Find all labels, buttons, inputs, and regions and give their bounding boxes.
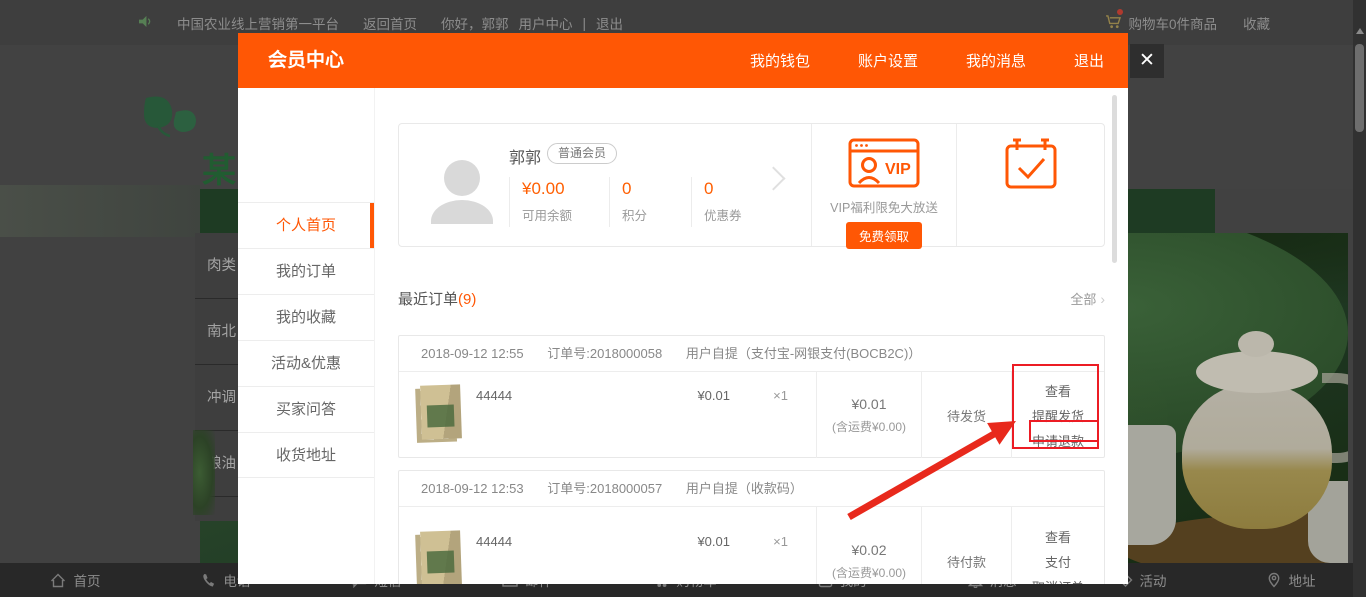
profile-stats: ¥0.00 可用余额 0 积分 0 优惠券 — [509, 177, 783, 227]
scrollbar-thumb[interactable] — [1355, 44, 1364, 132]
user-name: 郭郭 — [509, 144, 541, 168]
member-center-modal: 会员中心 我的钱包 账户设置 我的消息 退出 个人首页 我的订单 我的收藏 活动… — [238, 33, 1128, 584]
action-cancel-order[interactable]: 取消订单 — [1032, 577, 1084, 585]
modal-close-button[interactable]: ✕ — [1130, 44, 1164, 78]
vip-icon: VIP — [848, 137, 920, 189]
svg-text:VIP: VIP — [885, 161, 911, 178]
stat-balance: ¥0.00 可用余额 — [509, 177, 609, 227]
modal-scrollbar-thumb[interactable] — [1112, 95, 1117, 263]
product-name[interactable]: 44444 — [476, 534, 512, 549]
banner-teapot — [1182, 383, 1332, 529]
order-product-cell: 44444 ¥0.01 ×1 — [399, 507, 816, 584]
view-all-link[interactable]: 全部› — [1070, 289, 1105, 308]
home-icon — [50, 573, 66, 588]
brand-name-fragment: 某 — [202, 143, 236, 192]
recent-orders-header: 最近订单(9) 全部› — [398, 288, 1105, 309]
modal-nav: 我的钱包 账户设置 我的消息 退出 — [750, 33, 1104, 88]
annotation-box-refund — [1029, 420, 1099, 442]
sidebar-item-personal-home[interactable]: 个人首页 — [238, 202, 374, 248]
product-thumbnail[interactable] — [420, 384, 462, 439]
product-price: ¥0.01 — [697, 534, 730, 549]
cart-label: 购物车0件商品 — [1128, 13, 1217, 33]
screen: 中国农业线上营销第一平台 返回首页 你好，郭郭 用户中心 | 退出 购物车0件商… — [0, 0, 1366, 597]
order-number: 订单号:2018000057 — [547, 481, 662, 496]
order-card-2018000057: 2018-09-12 12:53 订单号:2018000057 用户自提（收款码… — [398, 470, 1105, 584]
order-total-cell: ¥0.02 (含运费¥0.00) — [816, 507, 921, 584]
product-quantity: ×1 — [773, 534, 788, 549]
scrollbar-up-arrow[interactable] — [1356, 28, 1364, 34]
modal-header: 会员中心 我的钱包 账户设置 我的消息 退出 — [238, 33, 1128, 88]
nav-logout[interactable]: 退出 — [1074, 50, 1104, 71]
order-total: ¥0.01 — [851, 396, 886, 412]
logout-link[interactable]: 退出 — [596, 13, 623, 33]
footer-item-home[interactable]: 首页 — [50, 570, 100, 590]
order-actions-cell: 查看 支付 取消订单 — [1011, 507, 1104, 584]
order-status-cell: 待付款 — [921, 507, 1011, 584]
free-claim-button[interactable]: 免费领取 — [846, 222, 922, 249]
product-price: ¥0.01 — [697, 388, 730, 403]
user-center-link[interactable]: 用户中心 — [519, 13, 573, 33]
order-date: 2018-09-12 12:53 — [421, 481, 524, 496]
sidebar-item-my-orders[interactable]: 我的订单 — [238, 248, 374, 294]
modal-sidebar: 个人首页 我的订单 我的收藏 活动&优惠 买家问答 收货地址 — [238, 88, 375, 584]
product-name[interactable]: 44444 — [476, 388, 512, 403]
sidebar-item-buyer-qa[interactable]: 买家问答 — [238, 386, 374, 432]
cart-icon — [1105, 15, 1122, 32]
footer-item-address[interactable]: 地址 — [1267, 570, 1315, 590]
order-header: 2018-09-12 12:55 订单号:2018000058 用户自提（支付宝… — [399, 336, 1104, 372]
nav-my-messages[interactable]: 我的消息 — [966, 50, 1026, 71]
order-status: 待发货 — [947, 406, 986, 425]
background-foliage — [193, 430, 215, 515]
order-shipping: (含运费¥0.00) — [832, 418, 906, 435]
vip-promo-label: VIP福利限免大放送 — [812, 197, 956, 216]
order-status: 待付款 — [947, 552, 986, 571]
topbar-divider: | — [583, 16, 587, 31]
chevron-right-icon: › — [1100, 291, 1105, 307]
membership-level-badge: 普通会员 — [547, 143, 617, 164]
order-delivery-method: 用户自提（收款码） — [686, 481, 803, 496]
order-number: 订单号:2018000058 — [547, 346, 662, 361]
order-total: ¥0.02 — [851, 542, 886, 558]
checkin-section — [956, 124, 1105, 246]
user-greeting: 你好，郭郭 — [441, 13, 509, 33]
stat-points: 0 积分 — [609, 177, 691, 227]
modal-title: 会员中心 — [268, 33, 344, 88]
vip-promo-section: VIP VIP福利限免大放送 免费领取 — [811, 124, 956, 246]
nav-my-wallet[interactable]: 我的钱包 — [750, 50, 810, 71]
sidebar-item-promotions[interactable]: 活动&优惠 — [238, 340, 374, 386]
product-quantity: ×1 — [773, 388, 788, 403]
order-card-2018000058: 2018-09-12 12:55 订单号:2018000058 用户自提（支付宝… — [398, 335, 1105, 458]
announcement-speaker-icon — [138, 15, 153, 31]
order-delivery-method: 用户自提（支付宝-网银支付(BOCB2C)） — [686, 346, 921, 361]
order-status-cell: 待发货 — [921, 372, 1011, 458]
back-home-link[interactable]: 返回首页 — [363, 13, 417, 33]
active-indicator-bar — [370, 203, 374, 249]
order-header: 2018-09-12 12:53 订单号:2018000057 用户自提（收款码… — [399, 471, 1104, 507]
profile-card: 郭郭 普通会员 ¥0.00 可用余额 0 积分 0 优惠券 — [398, 123, 1105, 247]
phone-icon — [201, 573, 216, 588]
recent-orders-title: 最近订单(9) — [398, 288, 476, 309]
cart-link[interactable]: 购物车0件商品 — [1105, 13, 1217, 33]
order-total-cell: ¥0.01 (含运费¥0.00) — [816, 372, 921, 458]
order-shipping: (含运费¥0.00) — [832, 564, 906, 581]
page-scrollbar[interactable] — [1353, 0, 1366, 597]
sidebar-item-shipping-address[interactable]: 收货地址 — [238, 432, 374, 478]
site-title: 中国农业线上营销第一平台 — [177, 13, 339, 33]
order-date: 2018-09-12 12:55 — [421, 346, 524, 361]
sidebar-item-my-favorites[interactable]: 我的收藏 — [238, 294, 374, 340]
product-thumbnail[interactable] — [420, 530, 462, 584]
brand-leaf-logo — [138, 92, 202, 149]
cart-badge-dot — [1117, 9, 1123, 15]
avatar — [431, 160, 493, 224]
order-count: (9) — [458, 291, 476, 308]
order-product-cell: 44444 ¥0.01 ×1 — [399, 372, 816, 458]
action-view[interactable]: 查看 — [1045, 527, 1071, 546]
favorites-link[interactable]: 收藏 — [1243, 13, 1270, 33]
location-pin-icon — [1267, 572, 1281, 588]
calendar-check-icon[interactable] — [1004, 138, 1058, 190]
nav-left-blur — [0, 185, 200, 237]
nav-account-settings[interactable]: 账户设置 — [858, 50, 918, 71]
action-pay[interactable]: 支付 — [1045, 552, 1071, 571]
